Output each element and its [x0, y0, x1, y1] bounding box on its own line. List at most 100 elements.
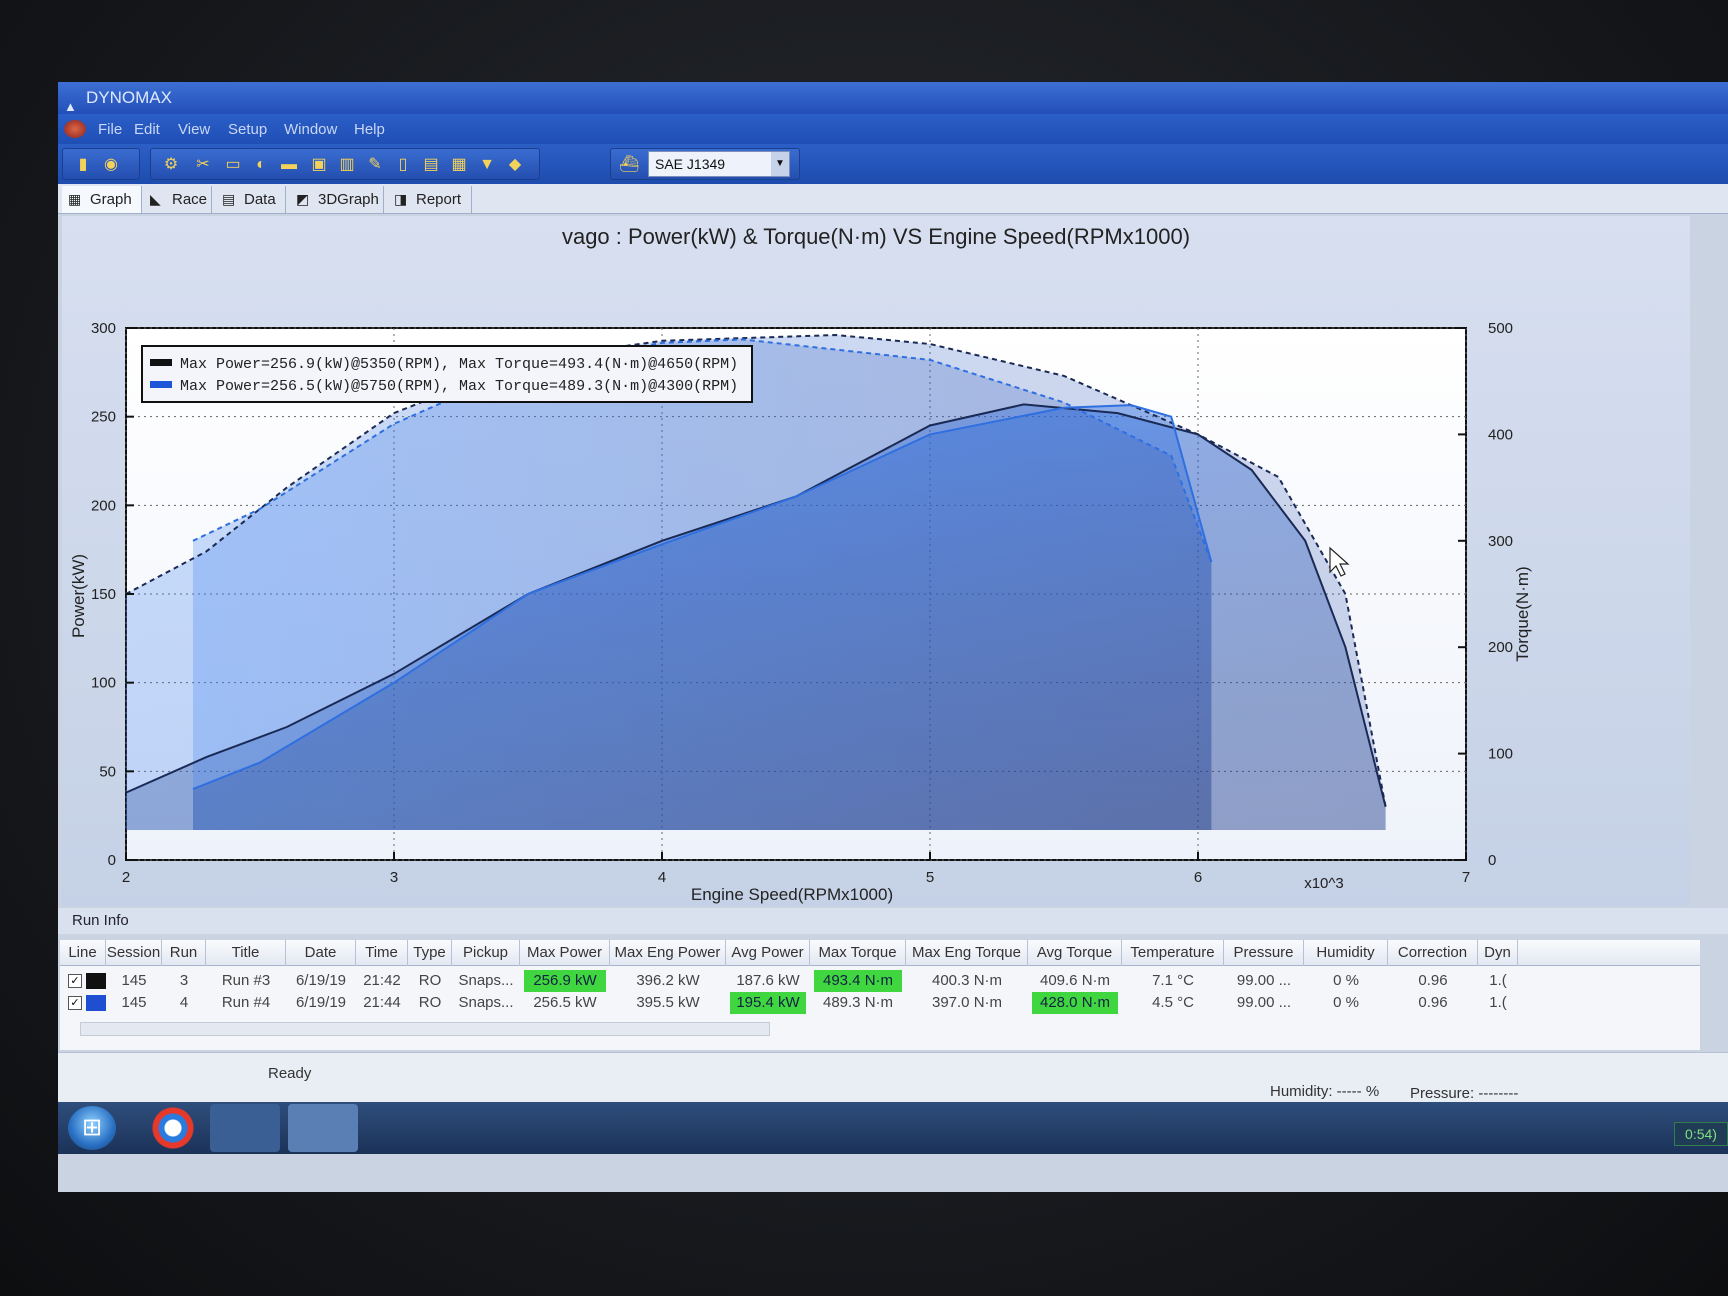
legend-swatch-run4 [150, 381, 172, 388]
toolbar-group-2: ⚙ ✂ ▭ ◐ ▬ ▣ ▥ ✎ ▯ ▤ ▦ ▼ ◆ [150, 148, 540, 180]
y-right-tick-label: 500 [1488, 320, 1513, 337]
menu-window[interactable]: Window [284, 121, 337, 138]
tab-report[interactable]: ◨ Report [388, 186, 472, 213]
column-header[interactable]: Pressure [1224, 940, 1304, 966]
chevron-down-icon[interactable]: ▼ [771, 152, 789, 176]
bell-icon[interactable]: ◆ [505, 155, 525, 175]
x-tick-label: 2 [122, 869, 130, 886]
y-right-tick-label: 200 [1488, 639, 1513, 656]
cell-max-power: 256.5 kW [533, 994, 597, 1011]
connect-icon[interactable]: ▮ [73, 155, 93, 175]
cell-run: 3 [179, 972, 189, 989]
correction-standard-select[interactable]: SAE J1349 ▼ [648, 151, 790, 177]
bar-chart-icon[interactable]: ▥ [337, 155, 357, 175]
menu-view[interactable]: View [178, 121, 210, 138]
cell-run: 4 [179, 994, 189, 1011]
cell-date: 6/19/19 [295, 994, 347, 1011]
open-icon[interactable]: ◐ [251, 155, 271, 175]
tools-icon[interactable]: ✂ [193, 155, 213, 175]
window-icon[interactable]: ▭ [223, 155, 243, 175]
race-icon: ◣ [150, 191, 161, 207]
gauge-icon[interactable]: ◉ [101, 155, 121, 175]
panel-icon[interactable]: ▬ [279, 155, 299, 175]
row-visible-checkbox[interactable]: ✓ [68, 974, 82, 988]
table-row[interactable]: ✓ 145 3 Run #3 6/19/19 21:42 RO Snaps... 256.9 k… [60, 970, 1700, 992]
column-header[interactable]: Max Eng Power [610, 940, 726, 966]
menu-file[interactable]: File [98, 121, 122, 138]
dynomax-task-icon[interactable] [288, 1104, 358, 1152]
column-header[interactable]: Humidity [1304, 940, 1388, 966]
column-header[interactable]: Session [106, 940, 162, 966]
title-bar: ▲ DYNOMAX [58, 82, 1728, 114]
cell-temperature: 7.1 °C [1152, 972, 1194, 989]
run-info-title: Run Info [72, 912, 129, 929]
column-header[interactable]: Dyn [1478, 940, 1518, 966]
cell-max-eng-power: 396.2 kW [636, 972, 700, 989]
table-header: Line Session Run Title Date Time Type Pickup Max… [60, 940, 1700, 966]
settings-icon[interactable]: ⚙ [161, 155, 181, 175]
y-right-tick-label: 300 [1488, 533, 1513, 550]
column-header[interactable]: Pickup [452, 940, 520, 966]
column-header[interactable]: Max Power [520, 940, 610, 966]
column-header[interactable]: Max Eng Torque [906, 940, 1028, 966]
toolbar: ▮ ◉ ⚙ ✂ ▭ ◐ ▬ ▣ ▥ ✎ ▯ ▤ ▦ ▼ ◆ ⛴ SAE J134… [58, 144, 1728, 184]
run-info-table: Line Session Run Title Date Time Type Pickup Max… [60, 940, 1700, 1050]
x-tick-label: 5 [926, 869, 934, 886]
pen-icon[interactable]: ✎ [365, 155, 385, 175]
y-left-axis-label: Power(kW) [69, 554, 88, 638]
column-header[interactable]: Title [206, 940, 286, 966]
menu-help[interactable]: Help [354, 121, 385, 138]
tab-3dgraph[interactable]: ◩ 3DGraph [290, 186, 384, 213]
column-header[interactable]: Temperature [1122, 940, 1224, 966]
tab-graph[interactable]: ▦ Graph [62, 186, 142, 213]
graph-icon[interactable]: ▤ [421, 155, 441, 175]
column-header[interactable]: Type [408, 940, 452, 966]
y-right-axis-label: Torque(N·m) [1513, 566, 1532, 661]
cell-time: 21:42 [363, 972, 401, 989]
line-color-swatch [86, 995, 106, 1011]
tab-race[interactable]: ◣ Race [144, 186, 212, 213]
cell-avg-torque: 409.6 N·m [1039, 972, 1111, 989]
filter-icon[interactable]: ▼ [477, 155, 497, 175]
chart-icon[interactable]: ▣ [309, 155, 329, 175]
start-button[interactable]: ⊞ [68, 1106, 116, 1150]
column-header[interactable]: Avg Power [726, 940, 810, 966]
cell-max-eng-torque: 397.0 N·m [931, 994, 1003, 1011]
cell-max-power: 256.9 kW [524, 970, 606, 992]
tray-clock[interactable]: 0:54) [1674, 1122, 1728, 1146]
column-header[interactable]: Time [356, 940, 408, 966]
cell-max-torque: 493.4 N·m [814, 970, 902, 992]
column-header[interactable]: Correction [1388, 940, 1478, 966]
column-header[interactable]: Run [162, 940, 206, 966]
column-header[interactable]: Avg Torque [1028, 940, 1122, 966]
status-bar: Ready Humidity: ----- % Pressure: ------… [58, 1052, 1728, 1102]
report-icon[interactable]: ▦ [449, 155, 469, 175]
table-row[interactable]: ✓ 145 4 Run #4 6/19/19 21:44 RO Snaps... 256.5 k… [60, 992, 1700, 1014]
row-visible-checkbox[interactable]: ✓ [68, 996, 82, 1010]
horizontal-scrollbar[interactable] [80, 1022, 770, 1036]
menu-setup[interactable]: Setup [228, 121, 267, 138]
chrome-icon[interactable] [138, 1104, 208, 1152]
table-icon: ▤ [222, 191, 236, 207]
cell-dyn: 1.( [1489, 994, 1507, 1011]
y-left-tick-label: 150 [91, 586, 116, 603]
cell-date: 6/19/19 [295, 972, 347, 989]
menu-edit[interactable]: Edit [134, 121, 160, 138]
task-app-icon[interactable] [210, 1104, 280, 1152]
cell-title: Run #4 [221, 994, 271, 1011]
battery-icon[interactable]: ▯ [393, 155, 413, 175]
cell-correction: 0.96 [1418, 972, 1448, 989]
view-tabs: ▦ Graph ◣ Race ▤ Data ◩ 3DGraph ◨ Report [58, 184, 1728, 214]
column-header[interactable]: Date [286, 940, 356, 966]
cell-max-eng-torque: 400.3 N·m [931, 972, 1003, 989]
cell-avg-power: 187.6 kW [736, 972, 800, 989]
dyno-chart: vago : Power(kW) & Torque(N·m) VS Engine… [62, 216, 1690, 906]
app-menu-icon[interactable] [64, 120, 86, 138]
report-tab-icon: ◨ [394, 191, 408, 207]
column-header[interactable]: Line [60, 940, 106, 966]
3d-icon: ◩ [296, 191, 310, 207]
column-header[interactable]: Max Torque [810, 940, 906, 966]
cell-temperature: 4.5 °C [1152, 994, 1194, 1011]
window-title: DYNOMAX [86, 88, 172, 107]
tab-data[interactable]: ▤ Data [216, 186, 286, 213]
